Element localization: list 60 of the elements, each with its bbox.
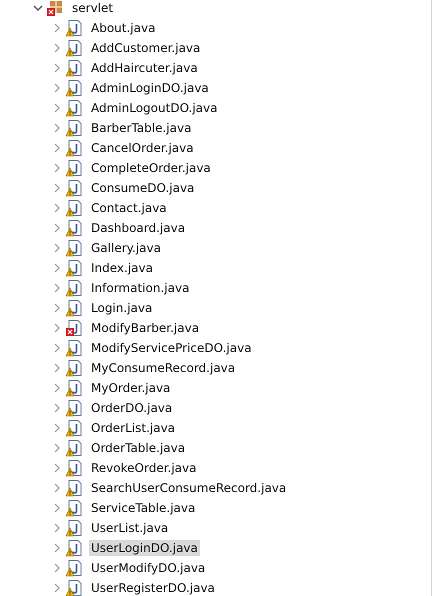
expand-chevron-icon[interactable] (52, 563, 62, 573)
expand-chevron-icon[interactable] (52, 463, 62, 473)
expand-chevron-icon[interactable] (52, 223, 62, 233)
file-tree-item[interactable]: AddCustomer.java (89, 40, 202, 56)
expand-chevron-icon[interactable] (52, 403, 62, 413)
file-tree-item[interactable]: AddHaircuter.java (89, 60, 200, 76)
package-label[interactable]: servlet (70, 0, 116, 16)
file-tree-item[interactable]: OrderList.java (89, 420, 178, 436)
file-tree-item[interactable]: OrderDO.java (89, 400, 174, 416)
file-tree-item[interactable]: Index.java (89, 260, 155, 276)
expand-chevron-icon[interactable] (52, 63, 62, 73)
expand-chevron-icon[interactable] (52, 523, 62, 533)
expand-chevron-icon[interactable] (52, 43, 62, 53)
expand-chevron-icon[interactable] (52, 203, 62, 213)
file-tree-item[interactable]: UserModifyDO.java (89, 560, 208, 576)
expand-chevron-icon[interactable] (52, 323, 62, 333)
file-tree-item[interactable]: OrderTable.java (89, 440, 188, 456)
file-tree-item[interactable]: RevokeOrder.java (89, 460, 198, 476)
file-tree-item[interactable]: SearchUserConsumeRecord.java (89, 480, 288, 496)
file-tree-item[interactable]: ServiceTable.java (89, 500, 198, 516)
expand-chevron-icon[interactable] (52, 123, 62, 133)
file-tree-item[interactable]: Dashboard.java (89, 220, 188, 236)
expand-chevron-icon[interactable] (52, 303, 62, 313)
expand-chevron-icon[interactable] (52, 263, 62, 273)
file-tree-item[interactable]: BarberTable.java (89, 120, 194, 136)
expand-chevron-icon[interactable] (52, 283, 62, 293)
collapse-chevron-icon[interactable] (33, 3, 43, 13)
expand-chevron-icon[interactable] (52, 183, 62, 193)
expand-chevron-icon[interactable] (52, 423, 62, 433)
expand-chevron-icon[interactable] (52, 443, 62, 453)
expand-chevron-icon[interactable] (52, 103, 62, 113)
file-tree-item[interactable]: UserList.java (89, 520, 170, 536)
file-tree-item[interactable]: MyConsumeRecord.java (89, 360, 238, 376)
expand-chevron-icon[interactable] (52, 163, 62, 173)
expand-chevron-icon[interactable] (52, 243, 62, 253)
expand-chevron-icon[interactable] (52, 503, 62, 513)
file-tree-item[interactable]: Information.java (89, 280, 192, 296)
file-tree-item[interactable]: UserRegisterDO.java (89, 580, 217, 596)
file-tree-item[interactable]: UserLoginDO.java (89, 540, 200, 556)
file-tree-item[interactable]: CompleteOrder.java (89, 160, 213, 176)
file-tree-item[interactable]: AdminLogoutDO.java (89, 100, 220, 116)
expand-chevron-icon[interactable] (52, 583, 62, 593)
expand-chevron-icon[interactable] (52, 83, 62, 93)
file-tree-item[interactable]: Contact.java (89, 200, 169, 216)
expand-chevron-icon[interactable] (52, 363, 62, 373)
expand-chevron-icon[interactable] (52, 143, 62, 153)
file-tree-item[interactable]: Gallery.java (89, 240, 163, 256)
expand-chevron-icon[interactable] (52, 383, 62, 393)
file-tree-item[interactable]: CancelOrder.java (89, 140, 196, 156)
file-tree-item[interactable]: Login.java (89, 300, 154, 316)
file-tree-item[interactable]: ModifyBarber.java (89, 320, 202, 336)
file-tree-item[interactable]: ModifyServicePriceDO.java (89, 340, 254, 356)
file-tree-item[interactable]: ConsumeDO.java (89, 180, 196, 196)
file-tree-item[interactable]: MyOrder.java (89, 380, 172, 396)
expand-chevron-icon[interactable] (52, 483, 62, 493)
expand-chevron-icon[interactable] (52, 543, 62, 553)
file-tree-item[interactable]: About.java (89, 20, 158, 36)
expand-chevron-icon[interactable] (52, 343, 62, 353)
expand-chevron-icon[interactable] (52, 23, 62, 33)
file-tree-item[interactable]: AdminLoginDO.java (89, 80, 211, 96)
